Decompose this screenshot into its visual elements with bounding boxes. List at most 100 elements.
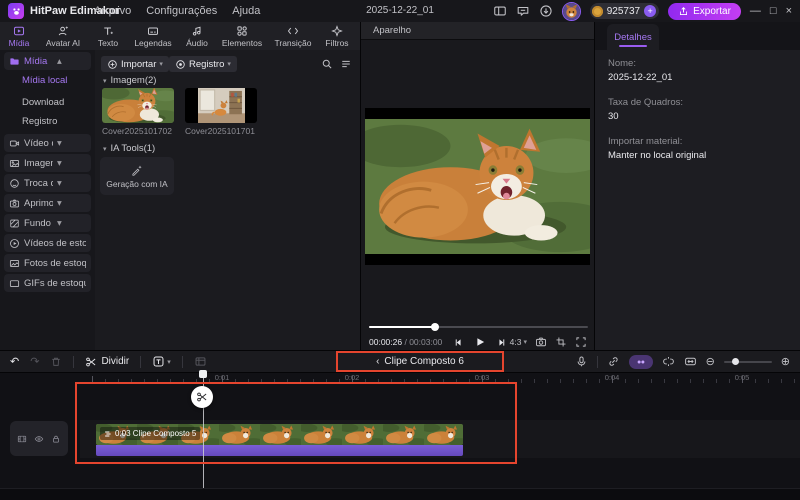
import-button[interactable]: Importar ▾ xyxy=(101,56,169,72)
ia-tools-section-header[interactable]: ▾ IA Tools(1) xyxy=(103,143,155,154)
layers-icon xyxy=(104,430,112,438)
fit-timeline-icon[interactable] xyxy=(684,355,697,368)
composite-clip-button[interactable]: ‹ Clipe Composto 6 xyxy=(345,351,495,372)
ia-generation-card[interactable]: Geração com IA xyxy=(100,157,174,195)
tab-label: Transição xyxy=(274,37,312,48)
split-cursor-badge[interactable] xyxy=(191,386,213,408)
tab-avatar-ai[interactable]: Avatar AI xyxy=(38,22,88,50)
snapshot-icon[interactable] xyxy=(535,336,547,348)
sidebar-item-download[interactable]: Download xyxy=(22,94,64,110)
preview-progress-bar[interactable] xyxy=(369,323,588,331)
tab-filtros[interactable]: Filtros xyxy=(318,22,356,50)
enhancer-icon xyxy=(9,198,20,209)
timeline-ruler[interactable] xyxy=(80,376,800,383)
caret-down-icon: ▾ xyxy=(57,197,62,209)
crop-icon[interactable] xyxy=(555,336,567,348)
delete-icon[interactable] xyxy=(50,356,62,368)
sidebar-item-video-ia[interactable]: Vídeo de IA. ▾ xyxy=(4,134,91,152)
preview-timecode: 00:00:26 / 00:03:00 xyxy=(361,337,442,347)
preview-frame-image xyxy=(365,119,590,254)
split-button[interactable]: Dividir xyxy=(85,356,129,368)
user-avatar[interactable] xyxy=(561,1,581,21)
tab-elementos[interactable]: Elementos xyxy=(216,22,268,50)
fullscreen-icon[interactable] xyxy=(575,336,587,348)
export-label: Exportar xyxy=(693,5,731,17)
sidebar-item-imagem-ia[interactable]: Imagem de IA ▾ xyxy=(4,154,91,172)
unlink-clips-icon[interactable] xyxy=(662,355,675,368)
preview-viewport[interactable] xyxy=(365,108,590,265)
image-ai-icon xyxy=(9,158,20,169)
record-button[interactable]: Registro ▾ xyxy=(169,56,237,72)
export-button[interactable]: Exportar xyxy=(668,2,741,20)
tab-texto[interactable]: Texto xyxy=(88,22,128,50)
media-icon xyxy=(13,25,25,37)
caret-down-icon: ▾ xyxy=(159,61,163,68)
sidebar-item-fundo[interactable]: Fundo ▾ xyxy=(4,214,91,232)
sidebar-item-videos-estoque[interactable]: Vídeos de esto... xyxy=(4,234,91,252)
credits-badge[interactable]: 925737 + xyxy=(589,3,660,19)
sidebar-item-fotos-estoque[interactable]: Fotos de estoque xyxy=(4,254,91,272)
preview-progress-knob[interactable] xyxy=(431,323,439,331)
feedback-icon[interactable] xyxy=(516,4,530,18)
menu-configuracoes[interactable]: Configurações xyxy=(146,5,217,17)
previous-frame-button[interactable] xyxy=(453,337,464,348)
add-text-button[interactable]: ▾ xyxy=(152,355,171,368)
image-section-header[interactable]: ▾ Imagem(2) xyxy=(103,75,156,86)
sidebar-item-aprimorador[interactable]: Aprimorador ... ▾ xyxy=(4,194,91,212)
list-view-icon[interactable] xyxy=(340,58,352,70)
media-thumbnail-cat[interactable] xyxy=(102,88,174,123)
next-frame-button[interactable] xyxy=(496,337,507,348)
search-icon[interactable] xyxy=(321,58,333,70)
sidebar-item-midia[interactable]: Mídia ▴ xyxy=(4,52,91,70)
zoom-out-button[interactable]: ⊖ xyxy=(706,355,715,368)
elements-icon xyxy=(236,25,248,37)
play-button[interactable] xyxy=(474,336,486,348)
timeline-panel: 0:01 0:02 0:03 0:04 0:05 0:03 Clipe Comp… xyxy=(0,373,800,500)
menu-ajuda[interactable]: Ajuda xyxy=(232,5,260,17)
close-button[interactable]: × xyxy=(786,0,792,22)
maximize-button[interactable]: □ xyxy=(770,0,777,22)
minimize-button[interactable]: — xyxy=(750,0,761,22)
track-lock-icon[interactable] xyxy=(51,434,61,444)
tab-legendas[interactable]: Legendas xyxy=(128,22,178,50)
link-clips-icon[interactable] xyxy=(607,355,620,368)
add-credits-icon[interactable]: + xyxy=(644,5,657,17)
caret-down-icon: ▾ xyxy=(57,217,62,229)
playhead-marker[interactable] xyxy=(199,370,207,378)
ruler-label: 0:05 xyxy=(734,373,750,382)
layout-panels-icon[interactable] xyxy=(493,4,507,18)
menu-arquivo[interactable]: Arquivo xyxy=(94,5,131,17)
clip-label: 0:03 Clipe Composto 5 xyxy=(100,427,201,440)
tab-audio[interactable]: Áudio xyxy=(178,22,216,50)
tab-transicao[interactable]: Transição xyxy=(268,22,318,50)
snap-toggle[interactable] xyxy=(628,354,653,369)
sidebar-item-gifs-estoque[interactable]: GIFs de estoque xyxy=(4,274,91,292)
import-label: Importar xyxy=(121,58,157,70)
sidebar-item-troca-rosto[interactable]: Troca de Rost... ▾ xyxy=(4,174,91,192)
tab-midia[interactable]: Mídia xyxy=(0,22,38,50)
thumbnail-name: Cover2025101702 xyxy=(102,126,172,136)
redo-button[interactable]: ↷ xyxy=(30,355,39,368)
sidebar-item-midia-local[interactable]: Mídia local xyxy=(22,72,67,88)
aspect-ratio-dropdown[interactable]: 4:3 ▾ xyxy=(510,337,527,347)
sidebar-item-registro[interactable]: Registro xyxy=(22,113,57,129)
tab-label: Legendas xyxy=(134,37,172,48)
undo-button[interactable]: ↶ xyxy=(10,355,19,368)
preview-controls: 00:00:26 / 00:03:00 4:3 ▾ xyxy=(361,334,594,350)
title-bar: HitPaw Edimakor Arquivo Configurações Aj… xyxy=(0,0,800,23)
zoom-slider-knob[interactable] xyxy=(731,358,739,365)
ruler-label: 0:01 xyxy=(214,373,230,382)
download-icon[interactable] xyxy=(539,4,553,18)
timeline-scrollbar-area[interactable] xyxy=(0,488,800,500)
clip-audio-strip[interactable] xyxy=(96,445,463,456)
plus-circle-icon xyxy=(107,59,118,70)
freeze-frame-icon[interactable] xyxy=(194,355,207,368)
zoom-in-button[interactable]: ⊕ xyxy=(781,355,790,368)
sidebar-item-label: GIFs de estoque xyxy=(24,277,86,289)
voiceover-mic-icon[interactable] xyxy=(575,355,588,368)
timeline-zoom-slider[interactable] xyxy=(723,358,772,365)
divider xyxy=(73,355,75,368)
media-thumbnail-room[interactable] xyxy=(185,88,257,123)
track-visibility-eye-icon[interactable] xyxy=(34,434,44,444)
background-icon xyxy=(9,218,20,229)
